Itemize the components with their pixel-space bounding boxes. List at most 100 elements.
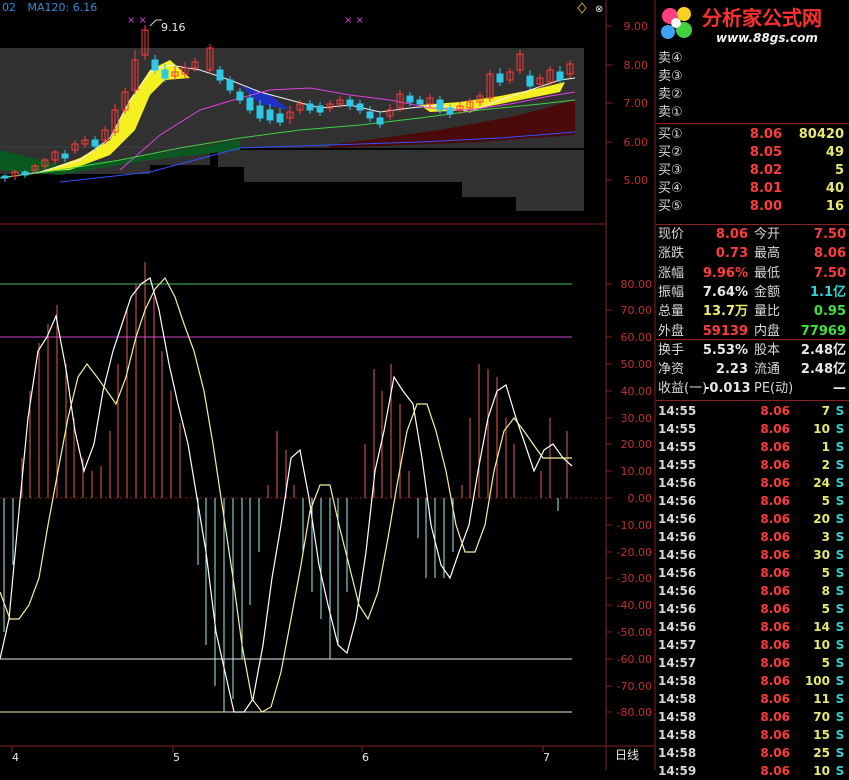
tick-time: 14:57: [658, 638, 697, 652]
tick-row[interactable]: 14:57 8.06 5 S: [656, 654, 849, 672]
candle-body: [306, 103, 314, 111]
candle-body: [436, 99, 444, 111]
quote-label: 总量: [658, 304, 685, 320]
price-tick-label: 5.00: [624, 174, 649, 187]
tick-row[interactable]: 14:56 8.06 30 S: [656, 546, 849, 564]
bid-row[interactable]: 买⑤ 8.00 16: [656, 198, 849, 216]
tick-row[interactable]: 14:59 8.06 10 S: [656, 762, 849, 780]
order-book: 卖④ 卖③ 卖② 卖① 买① 8.06 80420 买② 8.05 49 买③ 8.02 5 买④ 8.01…: [656, 50, 849, 222]
tick-volume: 14: [813, 620, 830, 634]
tick-row[interactable]: 14:55 8.06 10 S: [656, 420, 849, 438]
tick-row[interactable]: 14:58 8.06 15 S: [656, 726, 849, 744]
period-tab[interactable]: 日线: [615, 748, 639, 762]
tick-row[interactable]: 14:55 8.06 1 S: [656, 438, 849, 456]
quote-label: 换手: [658, 342, 685, 358]
osc-tick-label: -10.00: [617, 519, 652, 532]
tick-price: 8.06: [760, 620, 790, 634]
quote-value: 5.53%: [702, 342, 748, 358]
tick-side: S: [835, 530, 845, 544]
osc-tick-label: 60.00: [621, 331, 653, 344]
tick-row[interactable]: 14:55 8.06 7 S: [656, 402, 849, 420]
candle-body: [556, 71, 564, 81]
quote-row: 现价 8.06 今开 7.50: [656, 225, 849, 244]
logo: 分析家公式网 www.88gs.com: [656, 0, 849, 50]
tick-volume: 7: [821, 404, 830, 418]
ask-row[interactable]: 卖②: [656, 86, 849, 104]
volume-profile-bar: [0, 48, 584, 72]
diamond-icon: [577, 2, 587, 14]
tick-volume: 8: [821, 584, 830, 598]
tick-side: S: [835, 476, 845, 490]
bid-label: 买③: [658, 163, 683, 178]
tick-side: S: [835, 512, 845, 526]
tick-time: 14:58: [658, 674, 697, 688]
bid-row[interactable]: 买④ 8.01 40: [656, 180, 849, 198]
tick-row[interactable]: 14:55 8.06 2 S: [656, 456, 849, 474]
quote-value: 8.06: [715, 227, 748, 242]
tick-row[interactable]: 14:58 8.06 70 S: [656, 708, 849, 726]
tick-volume: 70: [813, 710, 830, 724]
tick-side: S: [835, 584, 845, 598]
quote-value: 2.23: [715, 362, 748, 378]
candle-body: [446, 107, 454, 115]
tick-row[interactable]: 14:56 8.06 24 S: [656, 474, 849, 492]
tick-time: 14:56: [658, 512, 697, 526]
tick-volume: 10: [813, 638, 830, 652]
bid-row[interactable]: 买① 8.06 80420: [656, 126, 849, 144]
tick-price: 8.06: [760, 638, 790, 652]
tick-row[interactable]: 14:57 8.06 10 S: [656, 636, 849, 654]
bid-row[interactable]: 买② 8.05 49: [656, 144, 849, 162]
indicator-name: MA120:: [27, 1, 70, 14]
tick-price: 8.06: [760, 404, 790, 418]
volume-profile-bar: [516, 197, 584, 211]
quote-value: -0.013: [704, 381, 751, 397]
ask-row[interactable]: 卖①: [656, 104, 849, 122]
tick-time: 14:55: [658, 440, 697, 454]
quote-label: 涨幅: [658, 265, 685, 281]
quote-value: 7.50: [813, 265, 846, 281]
quote-row: 振幅 7.64% 金额 1.1亿: [656, 283, 849, 302]
osc-tick-label: 80.00: [621, 278, 653, 291]
tick-price: 8.06: [760, 494, 790, 508]
tick-row[interactable]: 14:56 8.06 5 S: [656, 492, 849, 510]
candle-body: [161, 69, 169, 79]
high-annotation-label: 9.16: [161, 21, 186, 34]
candle-body: [496, 73, 504, 83]
ask-label: 卖②: [658, 87, 683, 102]
ask-row[interactable]: 卖④: [656, 50, 849, 68]
tick-row[interactable]: 14:58 8.06 11 S: [656, 690, 849, 708]
ma120-label: 02 MA120: 6.16: [2, 1, 97, 15]
candle-body: [276, 113, 284, 123]
tick-row[interactable]: 14:56 8.06 14 S: [656, 618, 849, 636]
tick-side: S: [835, 458, 845, 472]
candle-body: [366, 111, 374, 119]
ask-label: 卖①: [658, 105, 683, 120]
tick-row[interactable]: 14:58 8.06 25 S: [656, 744, 849, 762]
tick-volume: 5: [821, 566, 830, 580]
bid-price: 8.01: [749, 181, 782, 196]
quote-label: 今开: [754, 227, 781, 242]
quote-label: 外盘: [658, 323, 685, 339]
bid-row[interactable]: 买③ 8.02 5: [656, 162, 849, 180]
quote-value: 77969: [800, 323, 846, 339]
tick-price: 8.06: [760, 656, 790, 670]
tick-row[interactable]: 14:56 8.06 8 S: [656, 582, 849, 600]
tick-row[interactable]: 14:58 8.06 100 S: [656, 672, 849, 690]
tick-row[interactable]: 14:56 8.06 20 S: [656, 510, 849, 528]
ask-row[interactable]: 卖③: [656, 68, 849, 86]
osc-tick-label: 50.00: [621, 358, 653, 371]
tick-row[interactable]: 14:56 8.06 5 S: [656, 564, 849, 582]
tick-row[interactable]: 14:56 8.06 5 S: [656, 600, 849, 618]
osc-tick-label: 0.00: [628, 492, 653, 505]
tick-volume: 11: [813, 692, 830, 706]
tick-price: 8.06: [760, 476, 790, 490]
tick-row[interactable]: 14:56 8.06 3 S: [656, 528, 849, 546]
tick-time: 14:55: [658, 458, 697, 472]
logo-icon: [661, 7, 692, 39]
tick-price: 8.06: [760, 746, 790, 760]
tick-time: 14:58: [658, 746, 697, 760]
quote-row: 外盘 59139 内盘 77969: [656, 322, 849, 341]
quote-label: 流通: [754, 362, 781, 378]
candle-body: [256, 105, 264, 119]
tick-time: 14:58: [658, 710, 697, 724]
